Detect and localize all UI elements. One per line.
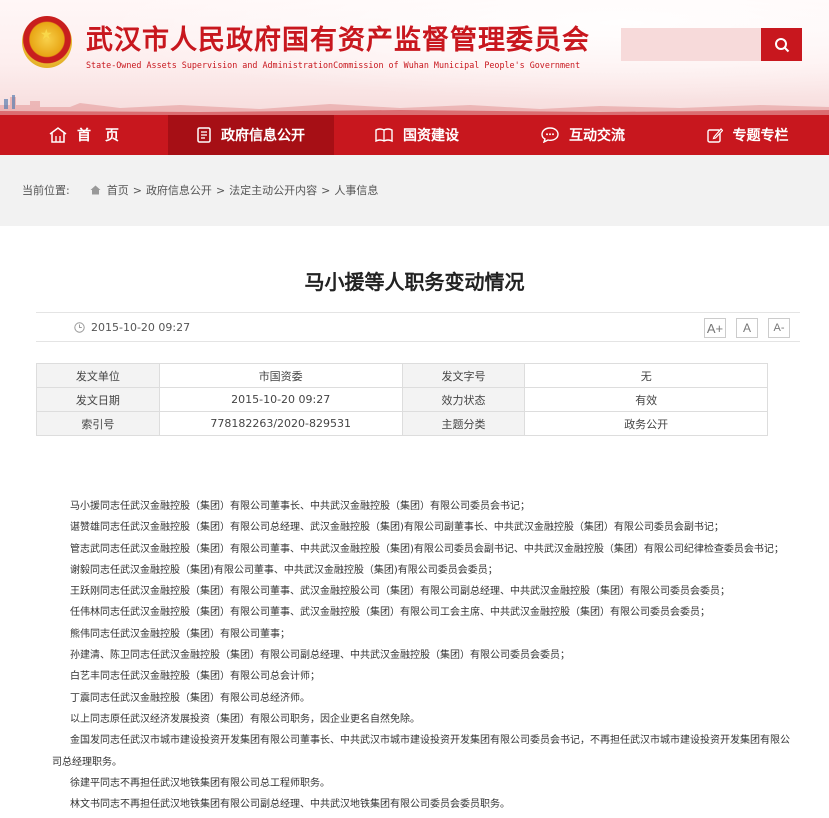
table-row: 发文日期 2015-10-20 09:27 效力状态 有效 <box>36 387 768 412</box>
article-paragraph: 任伟林同志任武汉金融控股（集团）有限公司董事、武汉金融控股（集团）有限公司工会主… <box>70 607 710 619</box>
table-value: 2015-10-20 09:27 <box>158 387 403 412</box>
nav-label-assets: 国资建设 <box>403 128 459 144</box>
article-paragraph: 白艺丰同志任武汉金融控股（集团）有限公司总会计师； <box>70 671 320 683</box>
document-info-table: 发文单位 市国资委 发文字号 无 发文日期 2015-10-20 09:27 效… <box>36 363 768 436</box>
nav-item-interaction[interactable]: 互动交流 <box>500 115 666 155</box>
search-icon <box>774 37 789 52</box>
table-value: 政务公开 <box>524 411 768 436</box>
chat-icon <box>541 127 559 143</box>
article-paragraph: 孙建清、陈卫同志任武汉金融控股（集团）有限公司副总经理、中共武汉金融控股（集团）… <box>70 650 570 662</box>
table-value: 无 <box>524 363 768 388</box>
edit-icon <box>706 127 723 143</box>
main-nav: 首 页 政府信息公开 国资建设 互动交流 专题专栏 <box>0 115 829 155</box>
article-paragraph: 徐建平同志不再担任武汉地铁集团有限公司总工程师职务。 <box>70 777 330 789</box>
nav-item-home[interactable]: 首 页 <box>0 115 168 155</box>
breadcrumb-gov-info[interactable]: 政府信息公开 <box>146 182 212 198</box>
article-paragraph: 马小援同志任武汉金融控股（集团）有限公司董事长、中共武汉金融控股（集团）有限公司… <box>70 501 530 512</box>
document-icon <box>197 127 211 143</box>
search-button[interactable] <box>761 28 802 61</box>
article-paragraph: 丁震同志任武汉金融控股（集团）有限公司总经济师。 <box>70 692 310 704</box>
article-paragraph: 熊伟同志任武汉金融控股（集团）有限公司董事； <box>70 628 290 640</box>
breadcrumb-separator: > <box>321 183 331 197</box>
breadcrumb: 当前位置: 首页 > 政府信息公开 > 法定主动公开内容 > 人事信息 <box>0 176 829 204</box>
nav-label-home: 首 页 <box>77 128 119 144</box>
breadcrumb-home[interactable]: 首页 <box>107 182 129 198</box>
breadcrumb-prefix: 当前位置: <box>22 184 70 197</box>
national-emblem-icon: ★ <box>22 16 72 68</box>
font-reset-label: A <box>742 321 751 335</box>
site-subtitle: State-Owned Assets Supervision and Admin… <box>86 60 581 70</box>
publish-date: 2015-10-20 09:27 <box>91 320 191 334</box>
home-icon <box>90 185 101 195</box>
article-paragraph: 林文书同志不再担任武汉地铁集团有限公司副总经理、中共武汉地铁集团有限公司委员会委… <box>70 799 510 811</box>
font-decrease-button[interactable]: A- <box>768 318 790 338</box>
city-skyline-decoration <box>0 95 829 115</box>
nav-item-gov-info[interactable]: 政府信息公开 <box>168 115 334 155</box>
article-paragraph: 管志武同志任武汉金融控股（集团）有限公司董事、中共武汉金融控股（集团)有限公司委… <box>70 543 784 555</box>
article-paragraph: 金国发同志任武汉市城市建设投资开发集团有限公司董事长、中共武汉市城市建设投资开发… <box>52 735 790 768</box>
nav-item-special[interactable]: 专题专栏 <box>666 115 829 155</box>
breadcrumb-separator: > <box>215 183 226 197</box>
nav-label-special: 专题专栏 <box>732 128 789 144</box>
article-body: 马小援同志任武汉金融控股（集团）有限公司董事长、中共武汉金融控股（集团）有限公司… <box>52 496 792 815</box>
nav-label-interaction: 互动交流 <box>569 128 625 144</box>
clock-icon <box>74 321 85 333</box>
article-paragraph: 王跃刚同志任武汉金融控股（集团）有限公司董事、武汉金融控股公司（集团）有限公司副… <box>70 586 730 598</box>
article-meta: 2015-10-20 09:27 A+ A A- <box>36 312 800 342</box>
font-increase-label: A+ <box>706 320 724 336</box>
font-decrease-label: A- <box>773 322 785 334</box>
header-banner: ★ 武汉市人民政府国有资产监督管理委员会 State-Owned Assets … <box>0 0 829 115</box>
breadcrumb-separator: > <box>132 183 142 197</box>
font-reset-button[interactable]: A <box>736 318 758 338</box>
article-paragraph: 谢毅同志任武汉金融控股（集团)有限公司董事、中共武汉金融控股（集团)有限公司委员… <box>70 564 498 576</box>
table-key: 发文日期 <box>36 387 160 412</box>
article-paragraph: 以上同志原任武汉经济发展投资（集团）有限公司职务，因企业更名自然免除。 <box>70 713 420 725</box>
table-value: 市国资委 <box>158 363 403 388</box>
font-size-controls: A+ A A- <box>704 318 790 338</box>
nav-item-assets[interactable]: 国资建设 <box>334 115 500 155</box>
site-title: 武汉市人民政府国有资产监督管理委员会 <box>86 25 590 56</box>
table-key: 效力状态 <box>401 387 526 412</box>
table-row: 发文单位 市国资委 发文字号 无 <box>36 363 768 388</box>
table-key: 发文单位 <box>36 363 160 388</box>
search-input[interactable] <box>621 28 761 61</box>
table-key: 索引号 <box>36 411 160 436</box>
table-value: 有效 <box>524 387 768 412</box>
table-row: 索引号 778182263/2020-829531 主题分类 政务公开 <box>36 411 768 436</box>
article-card: 马小援等人职务变动情况 2015-10-20 09:27 A+ A A- 发文单… <box>0 226 829 818</box>
font-increase-button[interactable]: A+ <box>704 318 726 338</box>
article-title: 马小援等人职务变动情况 <box>304 270 525 294</box>
nav-label-gov-info: 政府信息公开 <box>221 128 305 144</box>
breadcrumb-personnel[interactable]: 人事信息 <box>334 182 378 198</box>
breadcrumb-statutory[interactable]: 法定主动公开内容 <box>229 182 317 198</box>
book-icon <box>375 128 393 142</box>
table-value: 778182263/2020-829531 <box>158 411 403 436</box>
table-key: 主题分类 <box>401 411 526 436</box>
article-paragraph: 谌赞雄同志任武汉金融控股（集团）有限公司总经理、武汉金融控股（集团)有限公司副董… <box>70 522 724 534</box>
table-key: 发文字号 <box>401 363 526 388</box>
home-icon <box>49 127 67 143</box>
